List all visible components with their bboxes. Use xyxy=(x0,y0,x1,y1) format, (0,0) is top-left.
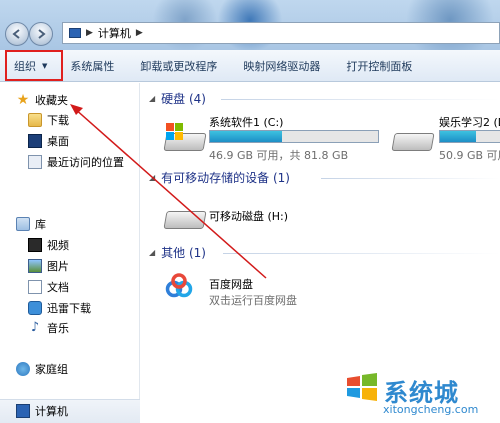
group-divider xyxy=(321,178,500,179)
drive-c-usage-bar xyxy=(209,130,379,143)
group-header-removable[interactable]: ◢ 有可移动存储的设备 (1) xyxy=(149,169,290,186)
collapse-triangle-icon[interactable]: ◢ xyxy=(149,248,155,257)
forward-button[interactable] xyxy=(29,22,53,46)
document-icon xyxy=(28,280,42,294)
drive-c-icon[interactable] xyxy=(163,123,207,153)
chevron-right-icon[interactable]: ▶ xyxy=(136,28,143,38)
picture-icon xyxy=(28,259,42,273)
drive-d-icon[interactable] xyxy=(391,123,435,153)
drive-d-usage-fill xyxy=(440,131,476,142)
sidebar-item-label: 文档 xyxy=(47,281,69,294)
library-icon xyxy=(16,217,30,231)
recent-places-icon xyxy=(28,155,42,169)
star-icon: ★ xyxy=(16,92,30,108)
sidebar-item-homegroup[interactable]: 家庭组 xyxy=(16,359,68,379)
sidebar-item-favorites[interactable]: ★ 收藏夹 xyxy=(16,90,68,110)
computer-icon xyxy=(16,404,30,418)
address-bar[interactable]: ▶ 计算机 ▶ xyxy=(62,22,500,44)
video-icon xyxy=(28,238,42,252)
group-divider xyxy=(223,253,500,254)
uninstall-program-button[interactable]: 卸载或更改程序 xyxy=(127,50,230,82)
sidebar-item-label: 桌面 xyxy=(47,135,69,148)
sidebar-item-videos[interactable]: 视频 xyxy=(28,235,69,255)
group-header-hdd[interactable]: ◢ 硬盘 (4) xyxy=(149,90,206,107)
thunder-download-icon xyxy=(28,301,42,315)
sidebar-item-label: 收藏夹 xyxy=(35,94,68,107)
baidu-netdisk-icon[interactable] xyxy=(163,271,195,303)
sidebar-item-label: 家庭组 xyxy=(35,363,68,376)
sidebar-item-label: 图片 xyxy=(47,260,69,273)
sidebar-item-label: 视频 xyxy=(47,239,69,252)
map-network-drive-button[interactable]: 映射网络驱动器 xyxy=(230,50,333,82)
removable-drive-icon xyxy=(163,211,207,229)
windows-logo-icon xyxy=(166,123,184,141)
open-control-panel-button[interactable]: 打开控制面板 xyxy=(333,50,425,82)
system-properties-button[interactable]: 系统属性 xyxy=(57,50,127,82)
drive-d-info: 50.9 GB 可用 xyxy=(439,149,500,162)
desktop-icon xyxy=(28,134,42,148)
drive-c-name[interactable]: 系统软件1 (C:) xyxy=(209,114,283,130)
arrow-right-icon xyxy=(38,29,46,39)
sidebar-item-computer[interactable]: 计算机 xyxy=(16,401,68,421)
sidebar-item-label: 迅雷下载 xyxy=(47,302,91,315)
group-header-other[interactable]: ◢ 其他 (1) xyxy=(149,244,206,261)
group-divider xyxy=(221,99,500,100)
drive-d-usage-bar xyxy=(439,130,500,143)
collapse-triangle-icon[interactable]: ◢ xyxy=(149,173,155,182)
sidebar-item-thunder[interactable]: 迅雷下载 xyxy=(28,298,91,318)
computer-icon xyxy=(69,28,81,38)
command-toolbar: 组织 ▼ 系统属性 卸载或更改程序 映射网络驱动器 打开控制面板 xyxy=(0,50,500,82)
sidebar-item-label: 库 xyxy=(35,218,46,231)
baidu-netdisk-desc: 双击运行百度网盘 xyxy=(209,294,297,307)
back-button[interactable] xyxy=(5,22,29,46)
sidebar-item-label: 最近访问的位置 xyxy=(47,156,124,169)
content-pane: ◢ 硬盘 (4) 系统软件1 (C:) 46.9 GB 可用，共 81.8 GB… xyxy=(141,83,500,423)
drive-c-usage-fill xyxy=(210,131,283,142)
group-title: 硬盘 (4) xyxy=(161,92,206,106)
sidebar-item-label: 下载 xyxy=(47,114,69,127)
sidebar-item-downloads[interactable]: 下载 xyxy=(28,110,69,130)
music-icon: ♪ xyxy=(30,320,40,335)
chevron-right-icon[interactable]: ▶ xyxy=(86,28,93,38)
removable-disk-name[interactable]: 可移动磁盘 (H:) xyxy=(209,208,288,224)
navigation-pane: ★ 收藏夹 下载 桌面 最近访问的位置 库 视频 图片 文档 迅雷下载 ♪ 音乐… xyxy=(0,83,140,423)
removable-disk-icon[interactable] xyxy=(163,201,207,231)
breadcrumb-computer[interactable]: 计算机 xyxy=(98,25,131,41)
group-title: 其他 (1) xyxy=(161,246,206,260)
sidebar-item-desktop[interactable]: 桌面 xyxy=(28,131,69,151)
watermark-url: xitongcheng.com xyxy=(383,403,479,416)
highlight-box xyxy=(5,50,63,81)
sidebar-item-label: 音乐 xyxy=(47,322,69,335)
drive-c-info: 46.9 GB 可用，共 81.8 GB xyxy=(209,149,349,162)
collapse-triangle-icon[interactable]: ◢ xyxy=(149,94,155,103)
sidebar-item-documents[interactable]: 文档 xyxy=(28,277,69,297)
title-bar: ▶ 计算机 ▶ xyxy=(0,0,500,50)
baidu-netdisk-name[interactable]: 百度网盘 xyxy=(209,276,253,292)
sidebar-item-libraries[interactable]: 库 xyxy=(16,214,46,234)
watermark-logo-icon xyxy=(347,373,377,401)
sidebar-item-recent[interactable]: 最近访问的位置 xyxy=(28,152,124,172)
sidebar-item-label: 计算机 xyxy=(35,405,68,418)
group-title: 有可移动存储的设备 (1) xyxy=(161,171,290,185)
arrow-left-icon xyxy=(12,29,20,39)
hard-drive-icon xyxy=(391,133,435,151)
sidebar-item-pictures[interactable]: 图片 xyxy=(28,256,69,276)
sidebar-item-music[interactable]: ♪ 音乐 xyxy=(28,318,69,338)
download-folder-icon xyxy=(28,113,42,127)
drive-d-name[interactable]: 娱乐学习2 (D xyxy=(439,114,500,130)
homegroup-icon xyxy=(16,362,30,376)
